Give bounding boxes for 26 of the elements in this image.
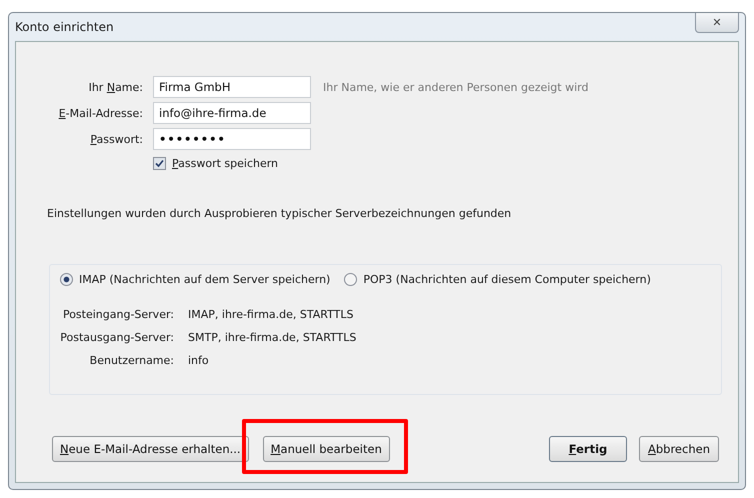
- dialog-button[interactable]: Fertig: [549, 436, 627, 462]
- server-label: Posteingang-Server:: [62, 308, 174, 321]
- input-field[interactable]: info@ihre-firma.de: [153, 102, 311, 124]
- field-label: Ihr Name:: [88, 80, 143, 94]
- dialog-button[interactable]: Manuell bearbeiten: [262, 436, 390, 462]
- radio-label[interactable]: POP3 (Nachrichten auf diesem Computer speichern): [363, 273, 651, 286]
- field-label: Passwort:: [89, 132, 143, 146]
- server-label: Postausgang-Server:: [60, 331, 174, 344]
- input-field[interactable]: Firma GmbH: [153, 76, 311, 98]
- input-field[interactable]: ••••••••: [153, 128, 311, 150]
- radio-button[interactable]: [60, 273, 73, 286]
- radio-button[interactable]: [344, 273, 358, 286]
- server-label: Benutzername:: [88, 354, 174, 367]
- close-button[interactable]: ✕: [695, 13, 739, 33]
- checkbox-label[interactable]: Passwort speichern: [172, 157, 278, 170]
- field-label: E-Mail-Adresse:: [58, 106, 143, 120]
- field-hint: Ihr Name, wie er anderen Personen gezeigt wird: [323, 80, 588, 94]
- server-value: info: [188, 354, 210, 367]
- status-message: Einstellungen wurden durch Ausprobieren typischer Serverbezeichnungen gefunden: [47, 207, 512, 220]
- window-title: Konto einrichten: [15, 20, 114, 34]
- server-value: IMAP, ihre-firma.de, STARTTLS: [188, 308, 354, 321]
- dialog-button[interactable]: Neue E-Mail-Adresse erhalten...: [52, 436, 249, 462]
- radio-label[interactable]: IMAP (Nachrichten auf dem Server speichern): [79, 273, 330, 286]
- server-value: SMTP, ihre-firma.de, STARTTLS: [188, 331, 358, 344]
- dialog-button[interactable]: Abbrechen: [639, 436, 719, 462]
- checkbox[interactable]: [153, 157, 166, 170]
